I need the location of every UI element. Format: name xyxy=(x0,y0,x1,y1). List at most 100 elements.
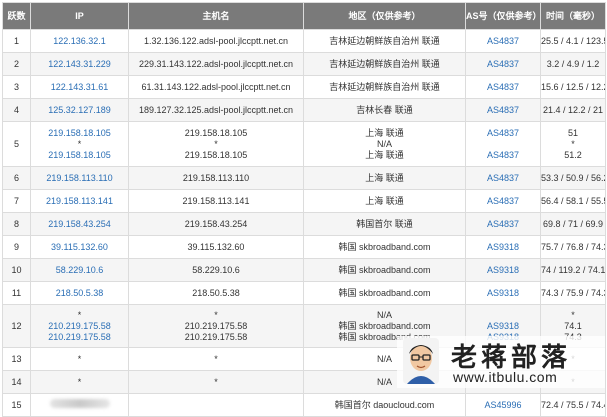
cell-hostname-value: 219.158.18.105 xyxy=(184,149,248,160)
cell-location-value: 韩国 skbroadband.com xyxy=(338,320,431,331)
cell-time-value: 53.3 / 50.9 / 56.2 xyxy=(541,172,606,183)
cell-ip-value[interactable]: 219.158.113.141 xyxy=(32,196,128,207)
cell-time: 21.4 / 12.2 / 21 xyxy=(540,98,606,122)
header-hop: 跃数 xyxy=(2,2,31,30)
cell-time-value: 75.7 / 76.8 / 74.3 xyxy=(541,241,606,252)
cell-hostname: 219.158.18.105 * 219.158.18.105 xyxy=(128,121,304,167)
cell-ip-value[interactable]: 210.219.175.58 xyxy=(32,332,128,343)
table-row: 9 39.115.132.60 39.115.132.60 韩国 skbroadban… xyxy=(2,235,606,259)
cell-ip-value[interactable]: 58.229.10.6 xyxy=(32,265,128,276)
cell-time-value: 25.5 / 4.1 / 123.5 xyxy=(541,35,606,46)
cell-ip: 219.158.113.110 xyxy=(30,166,129,190)
cell-as-value[interactable]: AS4837 xyxy=(467,196,540,207)
cell-time-value: 51 xyxy=(567,127,578,138)
cell-as-value[interactable]: AS4837 xyxy=(467,150,540,161)
cell-time: 15.6 / 12.5 / 12.2 xyxy=(540,75,606,99)
cell-as-value[interactable]: AS9318 xyxy=(467,265,540,276)
cell-as-value[interactable]: AS4837 xyxy=(467,219,540,230)
cell-location-value: 吉林长春 联通 xyxy=(356,104,413,115)
cell-location: 韩国 skbroadband.com xyxy=(303,281,466,305)
cell-time: 74 / 119.2 / 74.1 xyxy=(540,258,606,282)
cell-hop: 12 xyxy=(2,304,31,348)
cell-location-value: 吉林延边朝鲜族自治州 联通 xyxy=(329,58,440,69)
cell-ip-value[interactable]: 122.136.32.1 xyxy=(32,36,128,47)
cell-hostname-value: 210.219.175.58 xyxy=(184,331,248,342)
cell-as-value[interactable]: AS9318 xyxy=(467,242,540,253)
cell-hostname-value: 210.219.175.58 xyxy=(184,320,248,331)
cell-ip-value[interactable]: 218.50.5.38 xyxy=(32,288,128,299)
table-row: 15 韩国首尔 daoucloud.com AS45996 72.4 / 75.5 … xyxy=(2,393,606,417)
header-time: 时间（毫秒） xyxy=(540,2,606,30)
cell-location: 韩国首尔 联通 xyxy=(303,212,466,236)
cell-ip-value[interactable]: 122.143.31.229 xyxy=(32,59,128,70)
cell-ip-value: * xyxy=(77,376,82,387)
cell-as-value[interactable]: AS45996 xyxy=(467,400,540,411)
cell-as-value[interactable]: AS4837 xyxy=(467,36,540,47)
cell-hostname-value: 1.32.136.122.adsl-pool.jlccptt.net.cn xyxy=(143,35,289,46)
cell-hostname: 61.31.143.122.adsl-pool.jlccptt.net.cn xyxy=(128,75,304,99)
cell-as-value[interactable]: AS4837 xyxy=(467,59,540,70)
cell-time-value: * xyxy=(571,309,575,320)
cell-ip-value[interactable]: 210.219.175.58 xyxy=(32,321,128,332)
cell-ip-value[interactable]: 39.115.132.60 xyxy=(32,242,128,253)
cell-location: 吉林长春 联通 xyxy=(303,98,466,122)
cell-ip: 218.50.5.38 xyxy=(30,281,129,305)
table-row: 1 122.136.32.1 1.32.136.122.adsl-pool.jlcc… xyxy=(2,29,606,53)
cell-location-value: 上海 联通 xyxy=(365,127,404,138)
cell-hop: 8 xyxy=(2,212,31,236)
cell-as-value[interactable]: AS9318 xyxy=(467,321,540,332)
cell-as-value[interactable]: AS9318 xyxy=(467,288,540,299)
cell-time: 74.3 / 75.9 / 74.3 xyxy=(540,281,606,305)
cell-hostname-value: * xyxy=(214,138,218,149)
watermark: 老蒋部落 www.itbulu.com xyxy=(397,336,605,388)
cell-location-value: 上海 联通 xyxy=(365,172,404,183)
cell-location: 韩国首尔 daoucloud.com xyxy=(303,393,466,417)
cell-as-value[interactable]: AS4837 xyxy=(467,173,540,184)
cell-ip-value[interactable]: 125.32.127.189 xyxy=(32,105,128,116)
cell-ip: 125.32.127.189 xyxy=(30,98,129,122)
cell-hostname: 219.158.43.254 xyxy=(128,212,304,236)
cell-location-value: 吉林延边朝鲜族自治州 联通 xyxy=(329,81,440,92)
cell-hostname-value: 61.31.143.122.adsl-pool.jlccptt.net.cn xyxy=(141,81,291,92)
cell-time-value: 21.4 / 12.2 / 21 xyxy=(542,104,604,115)
cell-ip-value: * xyxy=(77,353,82,364)
cell-hostname-value: 219.158.113.110 xyxy=(182,172,250,183)
redacted-ip xyxy=(49,399,110,408)
cell-ip-value[interactable]: 122.143.31.61 xyxy=(32,82,128,93)
cell-location-value: 上海 联通 xyxy=(365,149,404,160)
cell-as-value[interactable]: AS4837 xyxy=(467,128,540,139)
cell-time-value: 72.4 / 75.5 / 74.4 xyxy=(541,399,606,410)
cell-ip-value[interactable]: 219.158.113.110 xyxy=(32,173,128,184)
cell-hostname-value: 219.158.113.141 xyxy=(182,195,250,206)
cell-hop: 11 xyxy=(2,281,31,305)
cell-as: AS4837 xyxy=(465,75,541,99)
cell-as-value[interactable]: AS4837 xyxy=(467,82,540,93)
cell-hostname xyxy=(128,393,304,417)
cell-location-value: 吉林延边朝鲜族自治州 联通 xyxy=(329,35,440,46)
cell-location: 韩国 skbroadband.com xyxy=(303,235,466,259)
cell-as: AS4837 xyxy=(465,189,541,213)
cell-ip: 122.143.31.61 xyxy=(30,75,129,99)
cell-hostname: 39.115.132.60 xyxy=(128,235,304,259)
cell-hostname-value: 189.127.32.125.adsl-pool.jlccptt.net.cn xyxy=(138,104,294,115)
cell-hostname: 189.127.32.125.adsl-pool.jlccptt.net.cn xyxy=(128,98,304,122)
cell-ip: * xyxy=(30,370,129,394)
cell-time-value: 56.4 / 58.1 / 55.5 xyxy=(541,195,606,206)
cell-hostname-value: * xyxy=(214,353,218,364)
table-header-row: 跃数 IP 主机名 地区（仅供参考） AS号（仅供参考） 时间（毫秒） xyxy=(2,2,606,30)
cell-as-value[interactable]: AS4837 xyxy=(467,105,540,116)
cell-ip-value[interactable]: 219.158.18.105 xyxy=(32,150,128,161)
cell-time: 72.4 / 75.5 / 74.4 xyxy=(540,393,606,417)
cell-ip-value[interactable]: 219.158.43.254 xyxy=(32,219,128,230)
cell-ip-value[interactable]: 219.158.18.105 xyxy=(32,128,128,139)
cell-as: AS4837 xyxy=(465,166,541,190)
cell-hostname: 229.31.143.122.adsl-pool.jlccptt.net.cn xyxy=(128,52,304,76)
cell-time-value: 69.8 / 71 / 69.9 xyxy=(542,218,604,229)
cell-as: AS4837 AS4837 xyxy=(465,121,541,167)
cell-time: 3.2 / 4.9 / 1.2 xyxy=(540,52,606,76)
table-row: 11 218.50.5.38 218.50.5.38 韩国 skbroadband.c… xyxy=(2,281,606,305)
cell-location-value: 韩国首尔 联通 xyxy=(356,218,413,229)
table-row: 6 219.158.113.110 219.158.113.110 上海 联通 AS48… xyxy=(2,166,606,190)
cell-location: 韩国 skbroadband.com xyxy=(303,258,466,282)
table-row: 4 125.32.127.189 189.127.32.125.adsl-pool.… xyxy=(2,98,606,122)
